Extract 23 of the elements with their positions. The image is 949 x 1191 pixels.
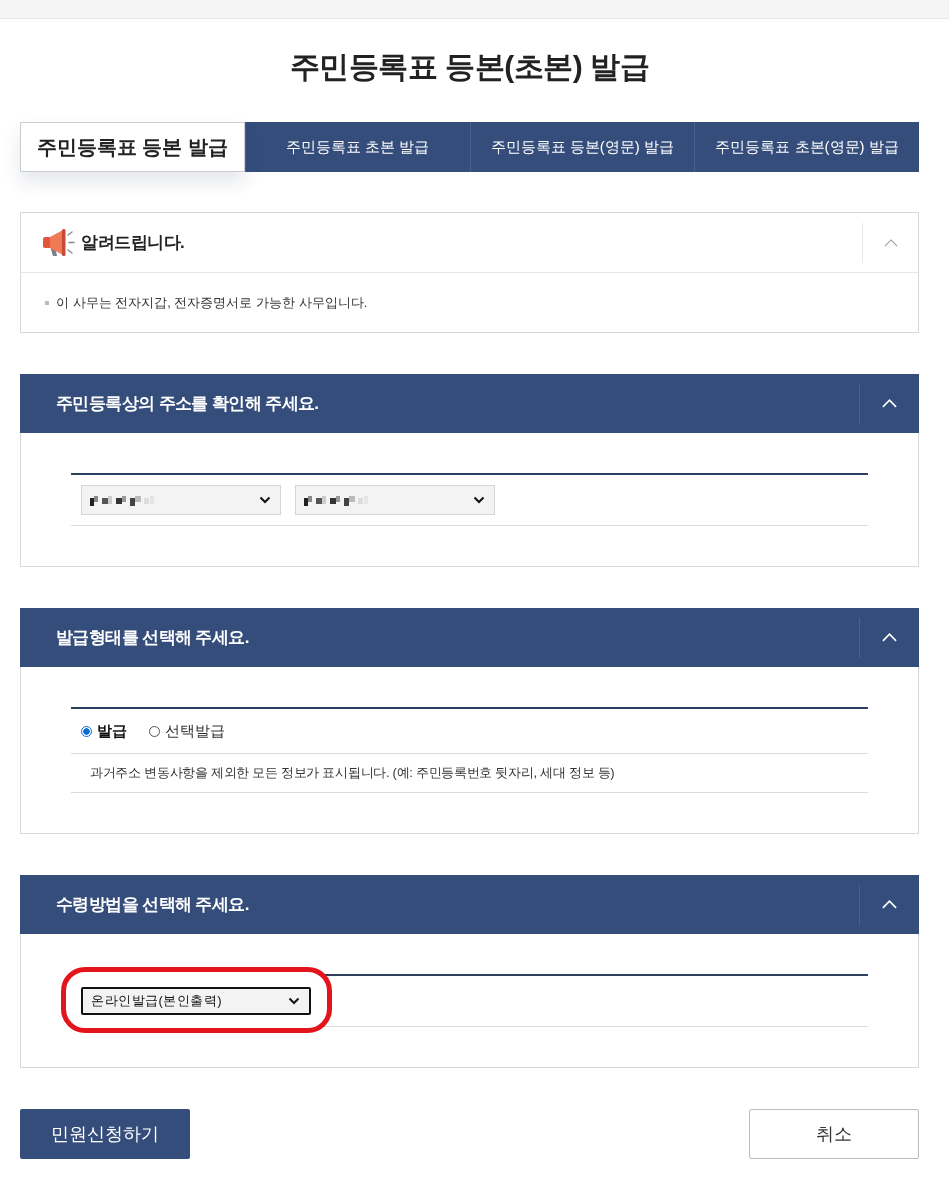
- section-title: 수령방법을 선택해 주세요.: [56, 894, 249, 916]
- description-text: 과거주소 변동사항을 제외한 모든 정보가 표시됩니다. (예: 주민등록번호 뒷자리, 세대 정보 등): [90, 764, 615, 782]
- radio-option[interactable]: 선택발급: [149, 721, 225, 741]
- select-field[interactable]: [295, 485, 495, 515]
- submit-button[interactable]: 민원신청하기: [20, 1109, 190, 1159]
- notice-title: 알려드립니다.: [81, 232, 185, 254]
- select-field[interactable]: 온라인발급(본인출력): [81, 987, 311, 1015]
- cancel-button[interactable]: 취소: [749, 1109, 919, 1159]
- tab[interactable]: 주민등록표 등본 발급: [20, 122, 245, 172]
- page-title: 주민등록표 등본(초본) 발급: [289, 49, 650, 85]
- radio-option[interactable]: 발급: [81, 721, 127, 741]
- section-title: 주민등록상의 주소를 확인해 주세요.: [56, 393, 319, 415]
- select-field[interactable]: [81, 485, 281, 515]
- tab[interactable]: 주민등록표 등본(영문) 발급: [469, 122, 695, 172]
- tab[interactable]: 주민등록표 초본(영문) 발급: [694, 122, 919, 172]
- notice-text: 이 사무는 전자지갑, 전자증명서로 가능한 사무입니다.: [56, 293, 368, 312]
- tab[interactable]: 주민등록표 초본 발급: [244, 122, 470, 172]
- chevron-down-icon: [288, 997, 300, 1005]
- megaphone-icon: [41, 227, 75, 258]
- section-title: 발급형태를 선택해 주세요.: [56, 627, 249, 649]
- chevron-down-icon: [473, 496, 485, 504]
- chevron-down-icon: [259, 496, 271, 504]
- bullet-icon: [45, 300, 49, 305]
